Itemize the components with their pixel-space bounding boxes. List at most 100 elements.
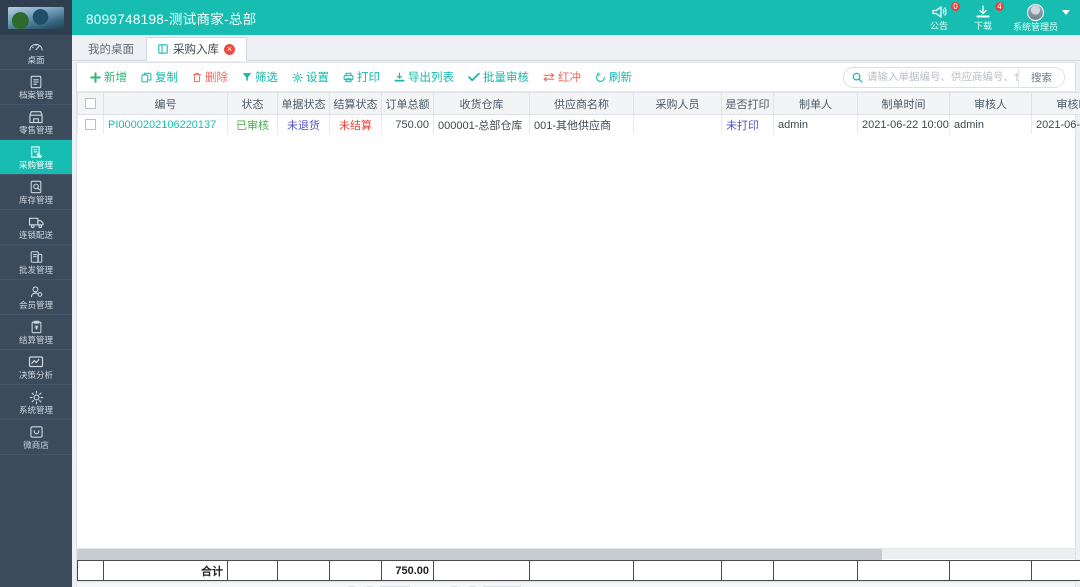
sidebar-item-label: 桌面 <box>27 56 44 65</box>
data-table: 编号 状态 单据状态 结算状态 订单总额 收货仓库 供应商名称 采购人员 是否打… <box>77 92 1080 135</box>
filter-button[interactable]: 筛选 <box>235 66 285 88</box>
grid-footer: « ‹ 1 共1页 › » 20 1 - 1 共1条 <box>76 583 1076 587</box>
user-menu[interactable]: 系统管理员 <box>1013 4 1070 32</box>
refresh-button[interactable]: 刷新 <box>588 66 639 88</box>
column-header-audit-time[interactable]: 审核时间 <box>1032 93 1080 115</box>
settings-button[interactable]: 设置 <box>285 66 336 88</box>
search-button[interactable]: 搜索 <box>1018 68 1064 87</box>
tab-purchase-inbound[interactable]: 采购入库 × <box>146 37 247 61</box>
download-icon <box>975 4 991 20</box>
plus-icon <box>90 72 101 83</box>
column-header-supplier[interactable]: 供应商名称 <box>530 93 634 115</box>
sidebar-item-wholesale[interactable]: 批发管理 <box>0 245 72 280</box>
tab-label: 我的桌面 <box>88 41 134 57</box>
summary-row: 合计 750.00 <box>77 560 1075 581</box>
logo-container <box>0 0 72 35</box>
button-label: 筛选 <box>255 69 278 85</box>
batch-audit-button[interactable]: 批量审核 <box>461 66 536 88</box>
column-header-auditor[interactable]: 审核人 <box>950 93 1032 115</box>
column-header-printed[interactable]: 是否打印 <box>722 93 774 115</box>
avatar <box>1027 4 1044 21</box>
row-select-cell[interactable] <box>78 115 104 135</box>
sidebar-item-label: 微商店 <box>23 441 49 450</box>
inventory-icon <box>29 180 43 195</box>
sidebar-item-analytics[interactable]: 决策分析 <box>0 350 72 385</box>
column-header-creator[interactable]: 制单人 <box>774 93 858 115</box>
sidebar-item-label: 档案管理 <box>19 91 53 100</box>
reverse-icon <box>543 72 555 82</box>
search-box[interactable]: 搜索 <box>843 67 1065 88</box>
sidebar-item-label: 零售管理 <box>19 126 53 135</box>
download-button[interactable]: 4 下载 <box>969 4 997 31</box>
column-header-settle[interactable]: 结算状态 <box>330 93 382 115</box>
microshop-icon <box>29 425 44 440</box>
check-icon <box>468 72 480 82</box>
purchase-icon <box>29 145 44 160</box>
grid-toolbar: 新增 复制 <box>77 63 1075 92</box>
sidebar-item-label: 系统管理 <box>19 406 53 415</box>
tab-my-desktop[interactable]: 我的桌面 <box>76 36 146 60</box>
document-link[interactable]: PI0000202106220137 <box>108 119 216 131</box>
sidebar-item-purchase[interactable]: 采购管理 <box>0 140 72 175</box>
gear-icon <box>292 72 303 83</box>
sidebar-item-archive[interactable]: 档案管理 <box>0 70 72 105</box>
tab-strip: 我的桌面 采购入库 × <box>72 35 1080 61</box>
select-all-header[interactable] <box>78 93 104 115</box>
print-button[interactable]: 打印 <box>336 66 387 88</box>
sidebar-item-settlement[interactable]: 结算管理 <box>0 315 72 350</box>
table-row[interactable]: PI0000202106220137 已审核 未退货 未结算 750.00 00… <box>78 115 1080 135</box>
print-status-badge: 未打印 <box>726 120 759 132</box>
row-checkbox[interactable] <box>85 119 96 130</box>
summary-blank-create-time <box>858 561 950 581</box>
announcement-button[interactable]: 0 公告 <box>925 4 953 31</box>
close-icon[interactable]: × <box>224 44 235 55</box>
column-header-create-time[interactable]: 制单时间 <box>858 93 950 115</box>
status-badge: 已审核 <box>236 120 269 132</box>
cell-code[interactable]: PI0000202106220137 <box>104 115 228 135</box>
settlement-icon <box>30 320 43 335</box>
button-label: 刷新 <box>609 69 632 85</box>
search-input[interactable] <box>867 68 1018 87</box>
column-header-doc-status[interactable]: 单据状态 <box>278 93 330 115</box>
select-all-checkbox[interactable] <box>85 98 96 109</box>
copy-button[interactable]: 复制 <box>134 66 185 88</box>
archive-icon <box>29 75 43 90</box>
scrollbar-thumb[interactable] <box>77 549 882 560</box>
sidebar-item-delivery[interactable]: 连锁配送 <box>0 210 72 245</box>
sidebar-item-desktop[interactable]: 桌面 <box>0 35 72 70</box>
summary-amount: 750.00 <box>382 561 434 581</box>
chevron-down-icon[interactable] <box>1062 10 1070 15</box>
reverse-entry-button[interactable]: 红冲 <box>536 66 588 88</box>
summary-blank-doc <box>278 561 330 581</box>
printer-icon <box>343 72 354 83</box>
column-header-code[interactable]: 编号 <box>104 93 228 115</box>
grid-icon <box>158 44 168 54</box>
sidebar-item-system[interactable]: 系统管理 <box>0 385 72 420</box>
purchase-inbound-grid: 编号 状态 单据状态 结算状态 订单总额 收货仓库 供应商名称 采购人员 是否打… <box>77 92 1075 581</box>
trash-icon <box>192 72 202 83</box>
sidebar-item-retail[interactable]: 零售管理 <box>0 105 72 140</box>
sidebar-item-inventory[interactable]: 库存管理 <box>0 175 72 210</box>
column-header-warehouse[interactable]: 收货仓库 <box>434 93 530 115</box>
horizontal-scrollbar[interactable] <box>77 548 1075 559</box>
store-icon <box>28 110 44 125</box>
dashboard-icon <box>28 40 44 55</box>
download-badge: 4 <box>994 1 1005 12</box>
column-header-status[interactable]: 状态 <box>228 93 278 115</box>
cell-create-time: 2021-06-22 10:00 <box>858 115 950 135</box>
app-window: 8099748198-测试商家-总部 0 公告 <box>0 0 1080 587</box>
export-list-button[interactable]: 导出列表 <box>387 66 461 88</box>
summary-blank-auditor <box>950 561 1032 581</box>
announcement-label: 公告 <box>930 22 948 31</box>
sidebar-item-member[interactable]: 会员管理 <box>0 280 72 315</box>
new-button[interactable]: 新增 <box>83 66 134 88</box>
sidebar-item-label: 连锁配送 <box>19 231 53 240</box>
wholesale-icon <box>29 250 44 265</box>
tab-label: 采购入库 <box>173 41 219 57</box>
sidebar-item-label: 会员管理 <box>19 301 53 310</box>
column-header-amount[interactable]: 订单总额 <box>382 93 434 115</box>
column-header-buyer[interactable]: 采购人员 <box>634 93 722 115</box>
delete-button[interactable]: 删除 <box>185 66 235 88</box>
sidebar-item-microshop[interactable]: 微商店 <box>0 420 72 455</box>
announcement-badge: 0 <box>950 1 961 12</box>
